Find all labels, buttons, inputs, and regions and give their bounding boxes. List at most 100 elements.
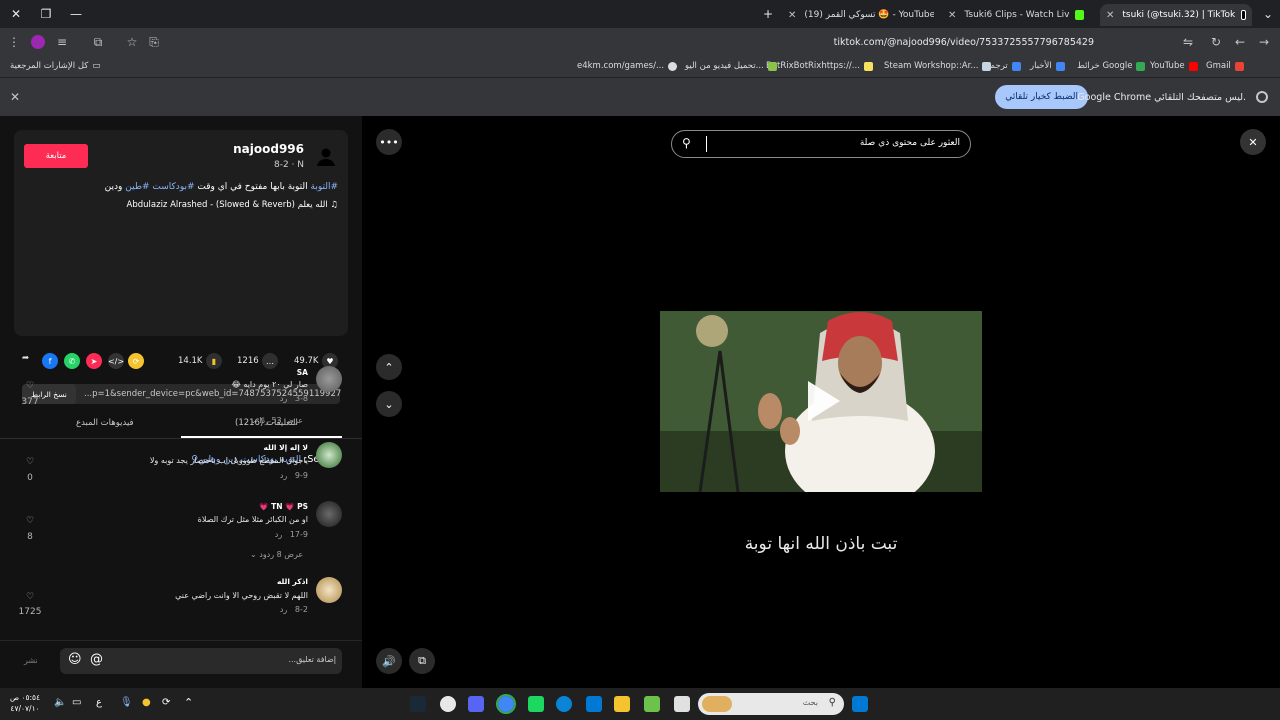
- sound-link[interactable]: ♫ الله يعلم Abdulaziz Alrashed - (Slowed…: [127, 200, 338, 210]
- steam-icon: [982, 61, 992, 71]
- clock[interactable]: ٠٥:٥٤ ص ٤٧/٠٧/١٠: [10, 692, 40, 714]
- hashtag-link[interactable]: #طين: [125, 182, 149, 192]
- reply-button[interactable]: رد: [280, 471, 287, 480]
- comment-author[interactable]: TN 💗 PS 💗: [259, 502, 308, 511]
- store-icon[interactable]: [586, 696, 602, 712]
- view-replies-button[interactable]: عرض 53 ردًا ⌄: [250, 416, 303, 425]
- comment-like-button[interactable]: ♡: [20, 516, 40, 526]
- all-bookmarks[interactable]: كل الإشارات المرجعية ▭: [10, 61, 100, 71]
- chrome-taskbar-icon[interactable]: [496, 694, 516, 714]
- close-window-button[interactable]: ✕: [6, 4, 26, 24]
- restore-window-button[interactable]: ❐: [36, 4, 56, 24]
- extensions-icon[interactable]: ⧉: [90, 34, 106, 50]
- steam-icon[interactable]: [410, 696, 426, 712]
- creator-username[interactable]: najood996: [233, 142, 304, 156]
- network-icon[interactable]: ▭: [72, 697, 81, 708]
- tab-kick[interactable]: ✕ Tsuki6 Clips - Watch Live on Kick: [942, 4, 1090, 26]
- bookmark-gmail[interactable]: Gmail: [1206, 61, 1244, 71]
- embed-share-button[interactable]: </>: [108, 353, 124, 369]
- new-tab-button[interactable]: +: [758, 4, 778, 24]
- tab-youtube[interactable]: ✕ (19) تسوكي القمر 🤩 - YouTube: [782, 4, 934, 26]
- obs-icon[interactable]: [440, 696, 456, 712]
- app-icon[interactable]: [644, 696, 660, 712]
- media-icon[interactable]: ≡: [54, 34, 70, 50]
- emoji-icon[interactable]: ☺: [68, 652, 82, 667]
- reply-button[interactable]: رد: [280, 605, 287, 614]
- bookmark-youtube[interactable]: YouTube: [1150, 61, 1198, 71]
- start-button[interactable]: [852, 696, 868, 712]
- reply-button[interactable]: رد: [275, 530, 282, 539]
- tab-creator-videos[interactable]: فيديوهات المبدع: [76, 418, 134, 428]
- close-tab-icon[interactable]: ✕: [948, 10, 956, 21]
- comment-input[interactable]: إضافة تعليق... @ ☺: [60, 648, 342, 674]
- view-replies-button[interactable]: عرض 8 ردود ⌄: [250, 550, 303, 559]
- bookmark-e4km[interactable]: e4km.com/games/...: [577, 61, 678, 71]
- close-tab-icon[interactable]: ✕: [1106, 10, 1114, 21]
- facebook-share-button[interactable]: f: [42, 353, 58, 369]
- bookmark-news[interactable]: الأخبار: [1030, 61, 1065, 71]
- hashtag-link[interactable]: #بودكاست: [152, 182, 194, 192]
- edge-icon[interactable]: [556, 696, 572, 712]
- discord-icon[interactable]: [468, 696, 484, 712]
- file-explorer-icon[interactable]: [614, 696, 630, 712]
- post-comment-button[interactable]: نشر: [24, 656, 38, 665]
- minimize-window-button[interactable]: —: [66, 4, 86, 24]
- taskbar-search[interactable]: بحث ⚲: [698, 693, 844, 715]
- comment-author[interactable]: SA: [297, 368, 308, 377]
- speaker-icon[interactable]: 🔈: [54, 697, 66, 708]
- star-icon[interactable]: ☆: [124, 34, 140, 50]
- avatar[interactable]: [316, 442, 342, 468]
- volume-icon[interactable]: 🔊: [376, 648, 402, 674]
- related-search-input[interactable]: ⚲ العثور على محتوى ذي صلة: [671, 130, 971, 158]
- profile-icon[interactable]: [30, 34, 46, 50]
- bookmark-icon[interactable]: ▮: [206, 353, 222, 369]
- comment-author[interactable]: اذكر الله: [277, 577, 308, 586]
- tab-search-button[interactable]: ⌄: [1258, 4, 1278, 24]
- bookmark-steam[interactable]: Steam Workshop::Ar...: [884, 61, 992, 71]
- send-share-button[interactable]: ➤: [86, 353, 102, 369]
- terminal-icon[interactable]: [674, 696, 690, 712]
- address-bar[interactable]: tiktok.com/@najood996/video/753372555779…: [160, 31, 1200, 53]
- sync-icon[interactable]: ⟳: [162, 697, 170, 708]
- play-icon[interactable]: [806, 383, 842, 423]
- bookmark-botrix[interactable]: BotRixBotRixhttps://...: [766, 61, 873, 71]
- comment-like-button[interactable]: ♡: [20, 592, 40, 602]
- follow-button[interactable]: متابعة: [24, 144, 88, 168]
- microphone-icon[interactable]: 🎙: [120, 697, 133, 708]
- more-options-button[interactable]: •••: [376, 129, 402, 155]
- tray-chevron-icon[interactable]: ⌃: [184, 696, 193, 709]
- bookmark-maps[interactable]: خرائط Google: [1077, 61, 1146, 71]
- tab-tiktok[interactable]: ✕ tsuki (@tsuki.32) | TikTok: [1100, 4, 1252, 26]
- share-icon[interactable]: ➦: [22, 353, 29, 363]
- miniplayer-icon[interactable]: ⧉: [409, 648, 435, 674]
- search-icon[interactable]: ⚲: [682, 136, 691, 150]
- hashtag-link[interactable]: #التوبة: [311, 182, 338, 192]
- set-default-button[interactable]: الضبط كخيار تلقائي: [995, 85, 1088, 109]
- whatsapp-share-button[interactable]: ✆: [64, 353, 80, 369]
- close-video-button[interactable]: ✕: [1240, 129, 1266, 155]
- site-info-icon[interactable]: ⇋: [1180, 34, 1196, 50]
- back-icon[interactable]: →: [1256, 34, 1272, 50]
- mention-icon[interactable]: @: [90, 652, 103, 667]
- language-indicator[interactable]: ع: [96, 697, 102, 708]
- game-bar-icon[interactable]: [528, 696, 544, 712]
- reload-icon[interactable]: ↻: [1208, 34, 1224, 50]
- avatar[interactable]: [316, 501, 342, 527]
- comment-icon[interactable]: …: [262, 353, 278, 369]
- next-video-button[interactable]: ⌄: [376, 391, 402, 417]
- comment-like-button[interactable]: ♡: [20, 381, 40, 391]
- comment-author[interactable]: لا إله إلا الله: [263, 443, 308, 452]
- forward-icon[interactable]: ←: [1232, 34, 1248, 50]
- avatar[interactable]: [316, 366, 342, 392]
- menu-icon[interactable]: ⋮: [6, 34, 22, 50]
- bookmark-download[interactable]: تحميل فيديو من اليو...: [685, 61, 777, 71]
- avatar[interactable]: [316, 577, 342, 603]
- reply-button[interactable]: رد: [280, 394, 287, 403]
- avatar[interactable]: [314, 144, 338, 168]
- previous-video-button[interactable]: ⌃: [376, 354, 402, 380]
- tray-app-icon[interactable]: ●: [142, 697, 151, 708]
- close-icon[interactable]: ✕: [10, 90, 20, 104]
- comment-like-button[interactable]: ♡: [20, 457, 40, 467]
- repost-button[interactable]: ⟳: [128, 353, 144, 369]
- close-tab-icon[interactable]: ✕: [788, 10, 796, 21]
